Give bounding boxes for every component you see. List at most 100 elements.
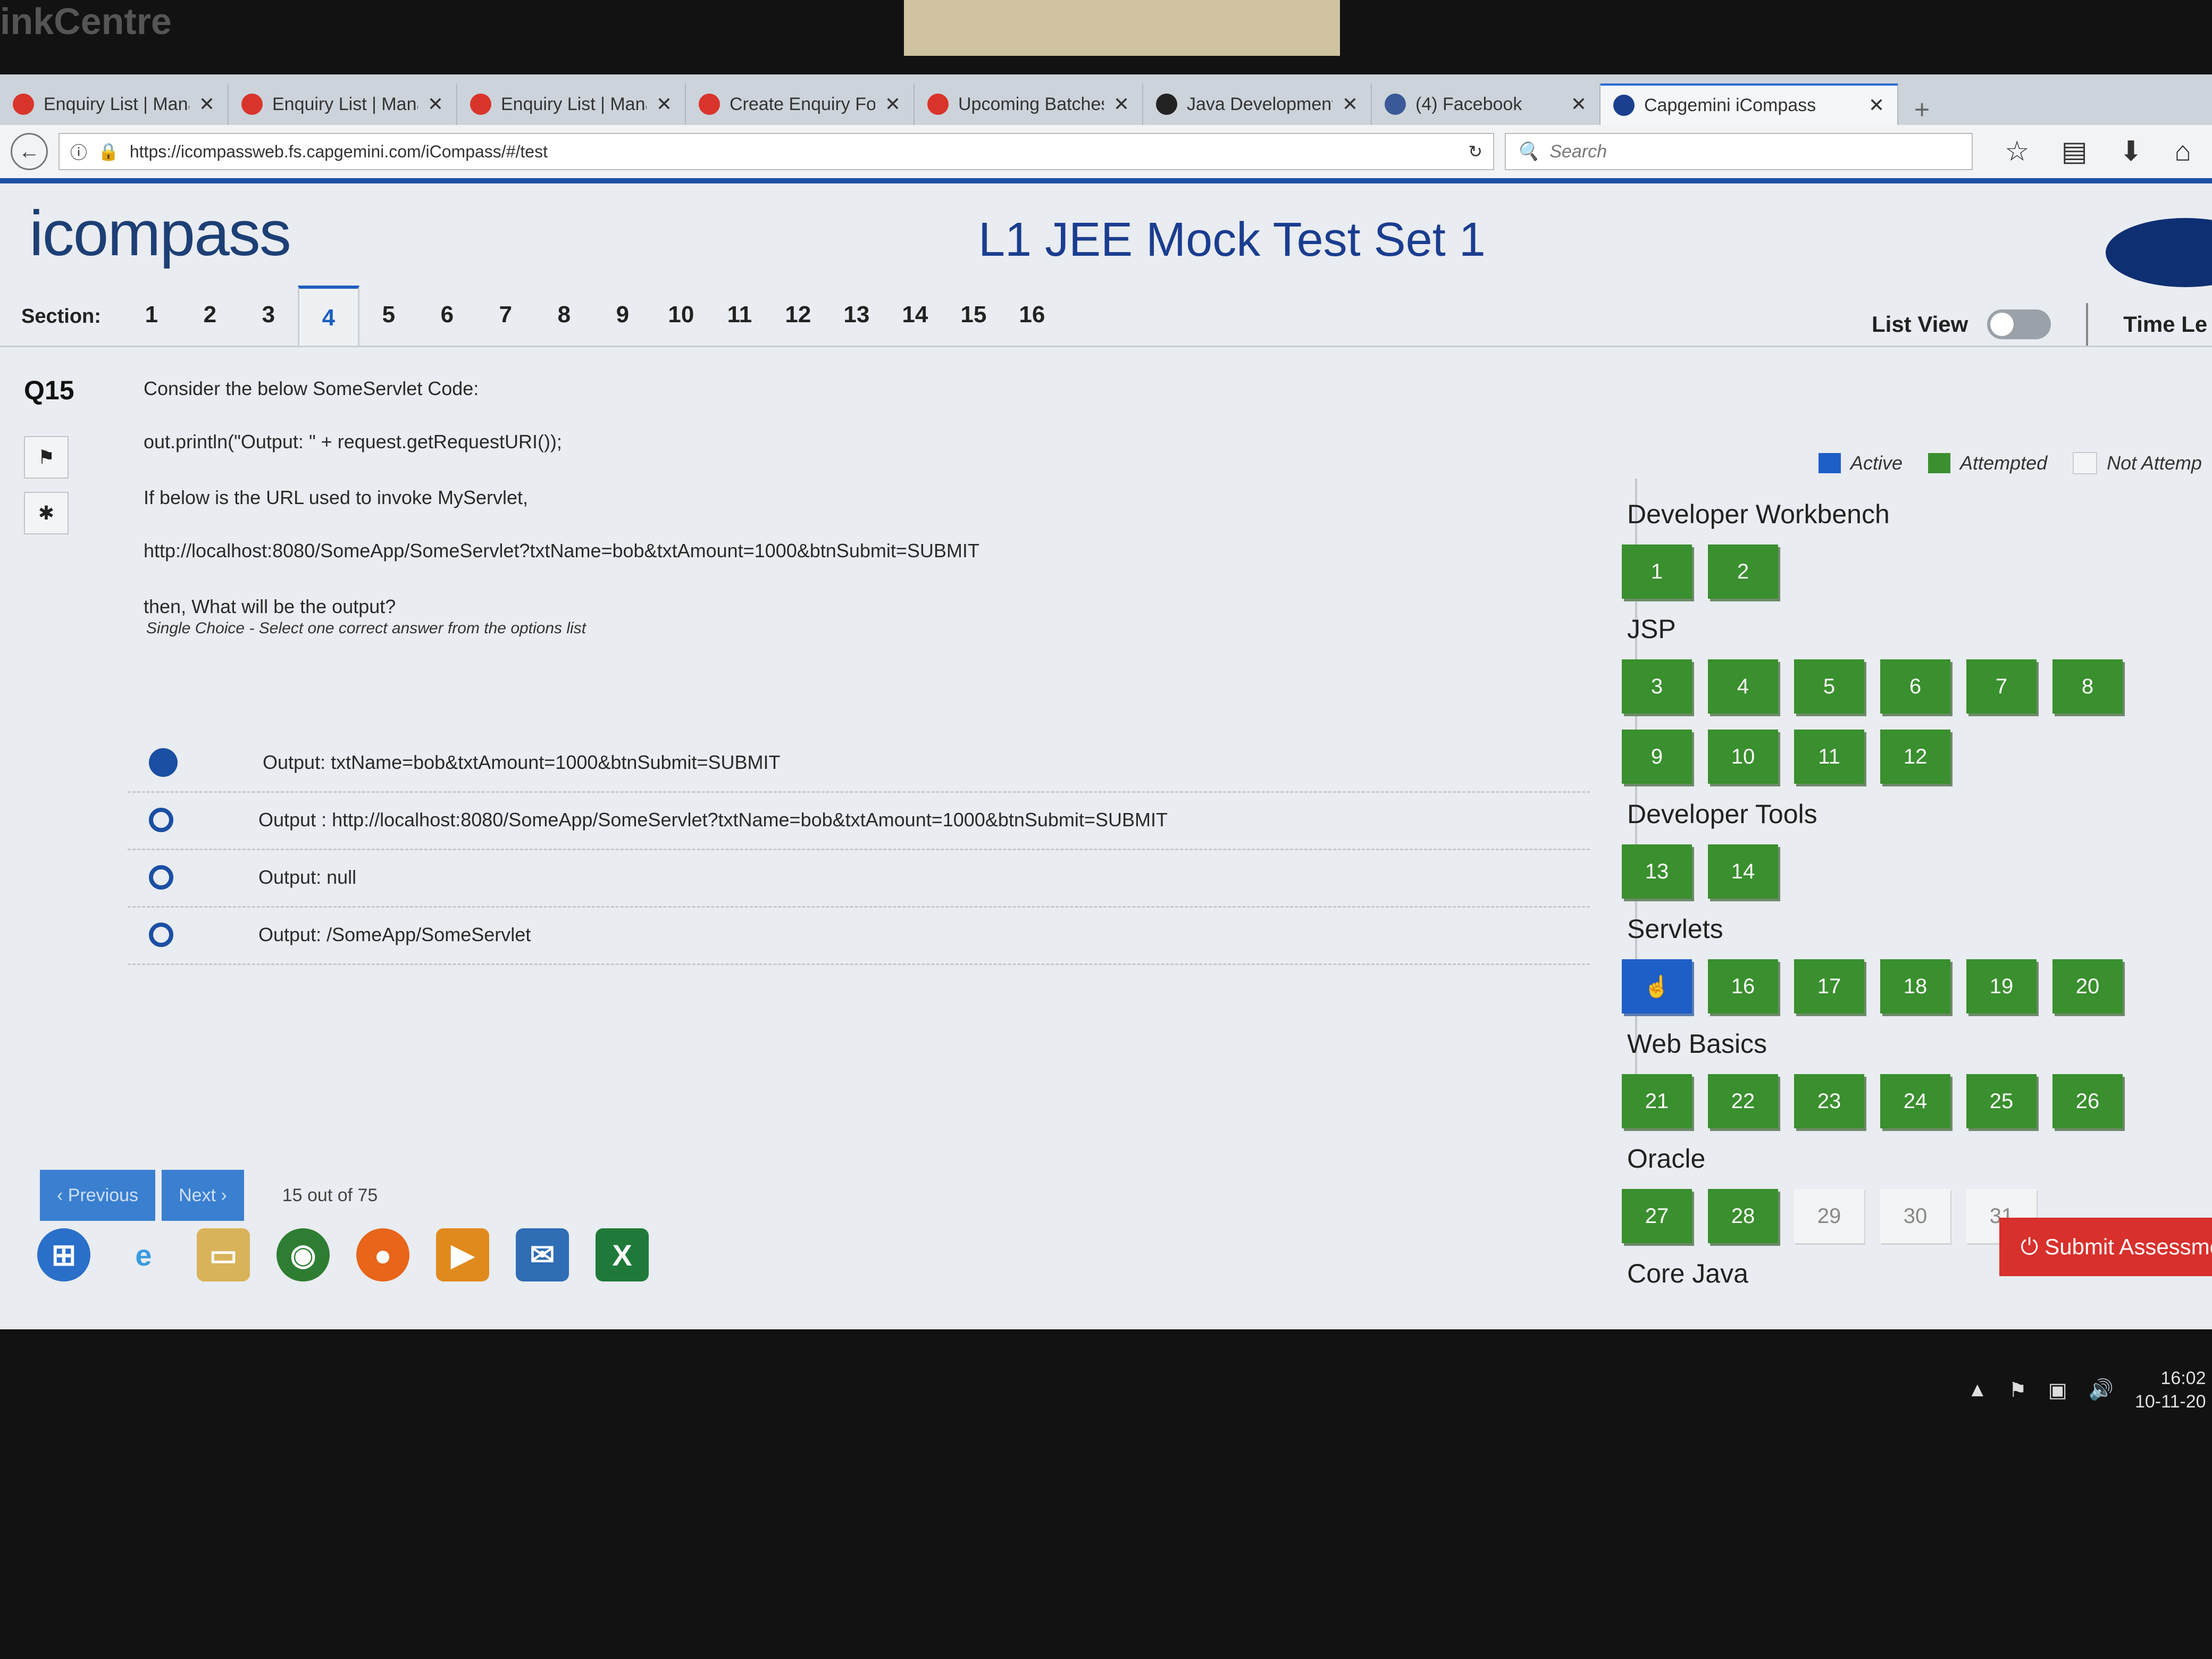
question-button[interactable]: 9 bbox=[1622, 730, 1692, 784]
excel-icon[interactable]: X bbox=[596, 1228, 649, 1281]
flag-button[interactable]: ⚑ bbox=[24, 436, 69, 479]
question-button[interactable]: 19 bbox=[1966, 959, 2037, 1013]
search-input[interactable]: 🔍 Search bbox=[1505, 133, 1973, 170]
section-tab[interactable]: 2 bbox=[181, 286, 239, 344]
tab-close-icon[interactable]: ✕ bbox=[1571, 93, 1587, 115]
question-button[interactable]: 6 bbox=[1880, 659, 1950, 714]
question-button[interactable]: 23 bbox=[1794, 1074, 1864, 1128]
question-button[interactable]: 3 bbox=[1622, 659, 1692, 714]
section-tab[interactable]: 13 bbox=[827, 286, 886, 344]
section-tab[interactable]: 14 bbox=[886, 286, 944, 344]
question-button[interactable]: 18 bbox=[1880, 959, 1950, 1013]
question-button[interactable]: 7 bbox=[1966, 659, 2037, 714]
section-tab[interactable]: 4 bbox=[297, 286, 359, 347]
internet-explorer-icon[interactable]: e bbox=[117, 1228, 170, 1281]
url-bar[interactable]: ⓘ 🔒 https://icompassweb.fs.capgemini.com… bbox=[58, 133, 1494, 170]
answer-option[interactable]: Output: txtName=bob&txtAmount=1000&btnSu… bbox=[128, 734, 1590, 793]
tab-close-icon[interactable]: ✕ bbox=[1113, 93, 1129, 115]
show-hidden-icons-icon[interactable]: ▲ bbox=[1967, 1379, 1988, 1402]
question-button[interactable]: 8 bbox=[2052, 659, 2123, 714]
tab-favicon-icon bbox=[1385, 94, 1406, 115]
reload-icon[interactable]: ↻ bbox=[1468, 141, 1482, 162]
download-icon[interactable]: ⬇ bbox=[2119, 136, 2143, 167]
question-button[interactable]: 5 bbox=[1794, 659, 1864, 714]
outlook-icon[interactable]: ✉ bbox=[516, 1228, 569, 1281]
action-center-flag-icon[interactable]: ⚑ bbox=[2009, 1378, 2027, 1402]
new-tab-icon[interactable]: + bbox=[1898, 94, 1946, 125]
question-button[interactable]: 16 bbox=[1708, 959, 1778, 1013]
browser-tab[interactable]: Capgemini iCompass ✕ bbox=[1601, 83, 1898, 125]
answer-option[interactable]: Output: null bbox=[128, 849, 1590, 908]
section-tabs: Section: 1 2 3 4 5 6 7 8 9 10 11 12 13 14 15 16 bbox=[21, 286, 1061, 347]
question-button[interactable]: 4 bbox=[1708, 659, 1778, 714]
browser-tab[interactable]: Enquiry List | Manager ✕ bbox=[229, 83, 457, 125]
section-tab[interactable]: 11 bbox=[710, 286, 769, 344]
browser-tab[interactable]: (4) Facebook ✕ bbox=[1372, 83, 1601, 125]
section-tab[interactable]: 12 bbox=[769, 286, 827, 344]
tab-close-icon[interactable]: ✕ bbox=[885, 93, 901, 115]
section-tab[interactable]: 6 bbox=[418, 286, 476, 344]
home-icon[interactable]: ⌂ bbox=[2174, 136, 2191, 167]
browser-tab[interactable]: Create Enquiry Form | ✕ bbox=[686, 83, 915, 125]
question-button[interactable]: 25 bbox=[1966, 1074, 2037, 1128]
question-button[interactable]: 2 bbox=[1708, 544, 1778, 599]
question-button[interactable]: 21 bbox=[1622, 1074, 1692, 1128]
browser-tab[interactable]: Upcoming Batches - E ✕ bbox=[915, 83, 1143, 125]
question-button[interactable]: 13 bbox=[1622, 844, 1692, 899]
question-button[interactable]: 14 bbox=[1708, 844, 1778, 899]
section-tab[interactable]: 15 bbox=[944, 286, 1003, 344]
option-radio[interactable] bbox=[149, 808, 173, 832]
bookmark-star-icon[interactable]: ☆ bbox=[2005, 136, 2030, 167]
section-tab[interactable]: 10 bbox=[652, 286, 710, 344]
question-button[interactable]: 10 bbox=[1708, 730, 1778, 784]
next-button[interactable]: Next › bbox=[162, 1170, 244, 1221]
tab-close-icon[interactable]: ✕ bbox=[428, 93, 443, 115]
tab-close-icon[interactable]: ✕ bbox=[656, 93, 672, 115]
file-explorer-icon[interactable]: ▭ bbox=[197, 1228, 250, 1281]
submit-assessment-button[interactable]: ⏻ Submit Assessme bbox=[1999, 1218, 2212, 1276]
media-player-icon[interactable]: ▶ bbox=[436, 1228, 489, 1281]
question-button[interactable]: 11 bbox=[1794, 730, 1864, 784]
chrome-icon[interactable]: ◉ bbox=[276, 1228, 330, 1281]
tab-close-icon[interactable]: ✕ bbox=[1869, 94, 1884, 116]
browser-tab[interactable]: Java Development Trai ✕ bbox=[1143, 83, 1372, 125]
question-button[interactable]: ☝ bbox=[1622, 959, 1692, 1013]
question-button[interactable]: 20 bbox=[2052, 959, 2123, 1013]
clock[interactable]: 16:02 10-11-20 bbox=[2135, 1367, 2206, 1413]
tab-close-icon[interactable]: ✕ bbox=[199, 93, 215, 115]
section-tab[interactable]: 8 bbox=[535, 286, 593, 344]
previous-button[interactable]: ‹ Previous bbox=[40, 1170, 156, 1221]
question-button[interactable]: 26 bbox=[2052, 1074, 2123, 1128]
answer-option[interactable]: Output : http://localhost:8080/SomeApp/S… bbox=[128, 791, 1590, 850]
question-button[interactable]: 17 bbox=[1794, 959, 1864, 1013]
section-tab[interactable]: 16 bbox=[1003, 286, 1061, 344]
reading-list-icon[interactable]: ▤ bbox=[2062, 136, 2088, 167]
palette-group-title: Servlets bbox=[1627, 914, 1723, 944]
start-button-icon[interactable]: ⊞ bbox=[37, 1228, 90, 1281]
volume-icon[interactable]: 🔊 bbox=[2089, 1378, 2114, 1402]
answer-option[interactable]: Output: /SomeApp/SomeServlet bbox=[128, 906, 1590, 965]
legend-not-attempted-label: Not Attemp bbox=[2107, 452, 2202, 474]
back-button[interactable]: ← bbox=[11, 133, 48, 170]
option-radio[interactable] bbox=[149, 865, 173, 890]
question-button[interactable]: 12 bbox=[1880, 730, 1950, 784]
tab-close-icon[interactable]: ✕ bbox=[1342, 93, 1358, 115]
question-button[interactable]: 24 bbox=[1880, 1074, 1950, 1128]
firefox-icon[interactable]: ● bbox=[356, 1228, 409, 1281]
option-radio[interactable] bbox=[149, 923, 173, 947]
browser-tab[interactable]: Enquiry List | Manager ✕ bbox=[457, 83, 686, 125]
option-radio[interactable] bbox=[149, 748, 178, 777]
list-view-toggle[interactable] bbox=[1987, 309, 2051, 339]
question-button[interactable]: 1 bbox=[1622, 544, 1692, 599]
question-navigation: ‹ Previous Next › 15 out of 75 bbox=[40, 1170, 378, 1221]
browser-tab[interactable]: Enquiry List | Manager ✕ bbox=[0, 83, 229, 125]
report-bug-button[interactable]: ✱ bbox=[24, 492, 69, 534]
question-button[interactable]: 22 bbox=[1708, 1074, 1778, 1128]
section-tab[interactable]: 7 bbox=[476, 286, 535, 344]
section-tab[interactable]: 1 bbox=[122, 286, 181, 344]
section-tab[interactable]: 9 bbox=[593, 286, 652, 344]
network-icon[interactable]: ▣ bbox=[2048, 1378, 2067, 1402]
section-tab[interactable]: 3 bbox=[239, 286, 298, 344]
section-tab[interactable]: 5 bbox=[359, 286, 418, 344]
legend-not-attempted-swatch bbox=[2073, 452, 2098, 474]
